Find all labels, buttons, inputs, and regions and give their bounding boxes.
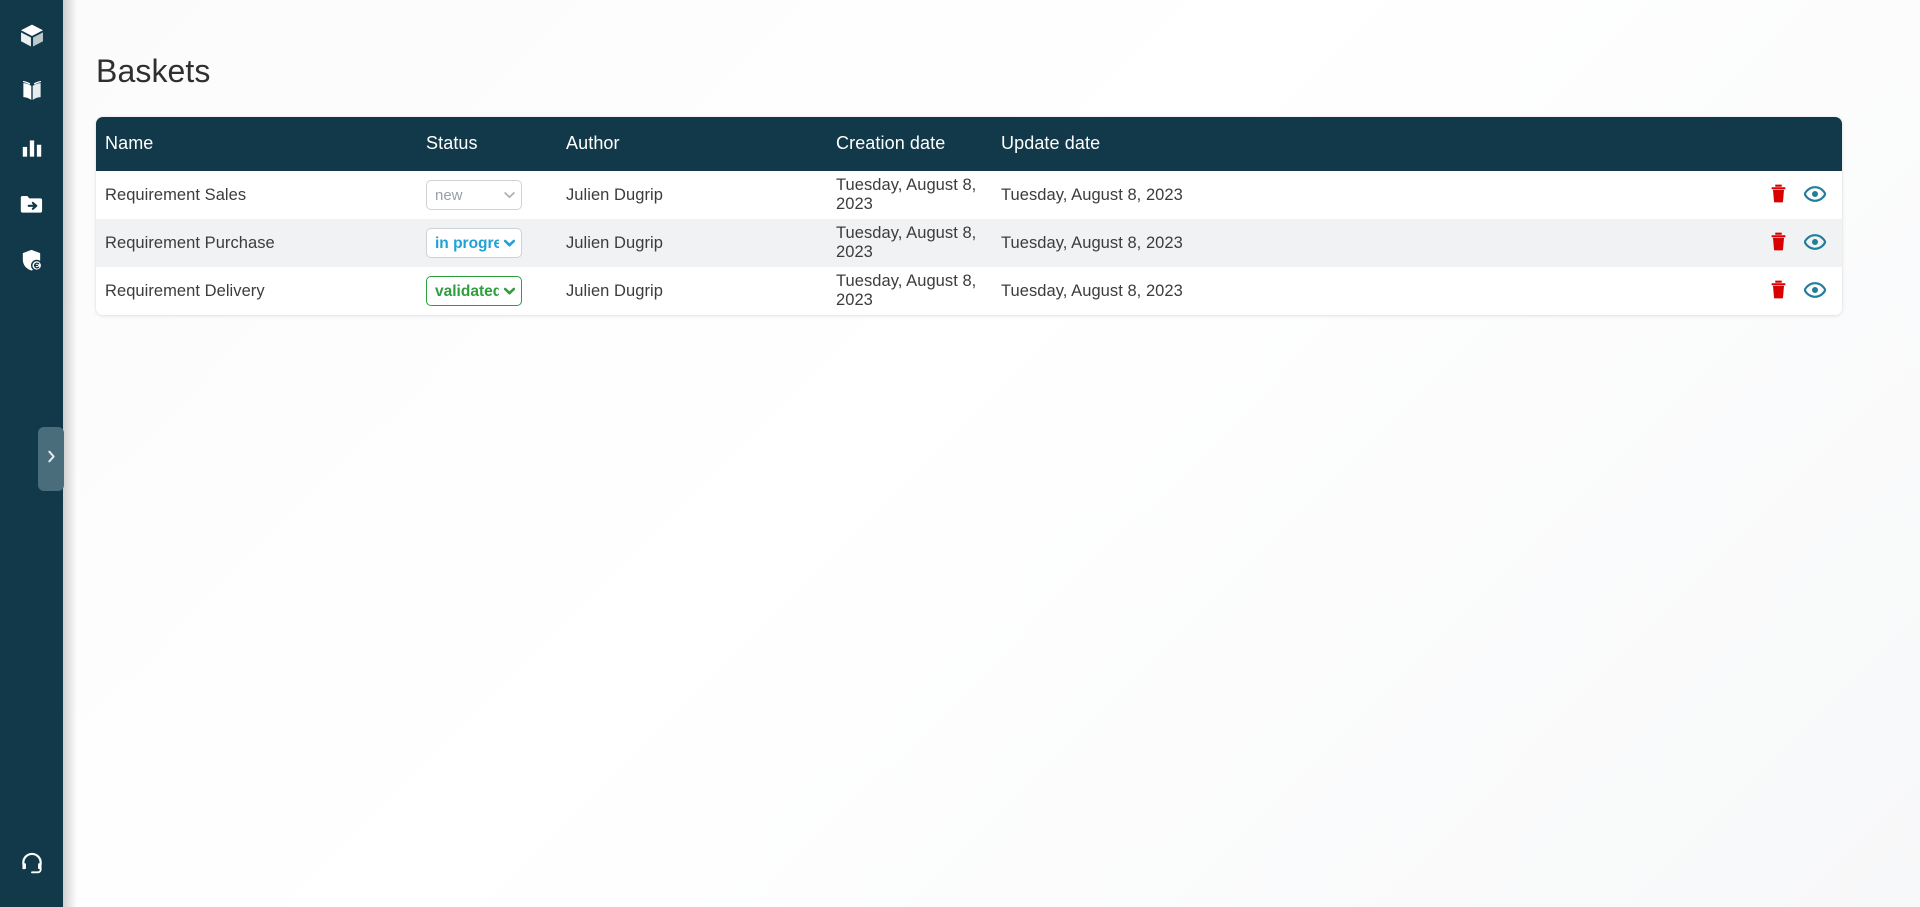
eye-icon [1803,281,1827,301]
cell-author: Julien Dugrip [566,281,663,300]
column-header-author: Author [566,133,620,153]
sidebar-item-catalog[interactable] [0,64,63,120]
cube-icon [18,22,46,50]
cell-name: Requirement Purchase [105,233,275,252]
cell-name: Requirement Delivery [105,281,265,300]
cell-actions [1301,171,1842,219]
cell-actions [1301,219,1842,267]
table-header-row: Name Status Author Creation date Update … [96,117,1842,171]
delete-button[interactable] [1763,276,1793,306]
eye-icon [1803,185,1827,205]
eye-icon [1803,233,1827,253]
view-button[interactable] [1800,228,1830,258]
headset-support-icon [19,850,45,881]
sidebar-item-products[interactable] [0,8,63,64]
trash-icon [1770,280,1787,302]
bar-chart-icon [19,135,45,161]
table-row: Requirement Sales new Julien Dugrip Tues… [96,171,1842,219]
view-button[interactable] [1800,180,1830,210]
app-shell: Baskets Name Status Author Creation date… [0,0,1920,907]
folder-arrow-icon [18,191,45,218]
cell-update-date: Tuesday, August 8, 2023 [1001,233,1183,252]
table-row: Requirement Delivery validated Julien Du… [96,267,1842,315]
column-header-name: Name [105,133,154,153]
cell-creation-date: Tuesday, August 8, 2023 [836,272,977,309]
shield-euro-icon [18,247,45,274]
cell-author: Julien Dugrip [566,185,663,204]
table-row: Requirement Purchase in progress Julien … [96,219,1842,267]
status-select[interactable]: in progress [426,228,522,258]
status-select[interactable]: validated [426,276,522,306]
cell-actions [1301,267,1842,315]
cell-name: Requirement Sales [105,185,247,204]
cell-creation-date: Tuesday, August 8, 2023 [836,176,977,213]
trash-icon [1770,232,1787,254]
column-header-creation-date: Creation date [836,133,946,153]
status-select-wrapper: validated [426,276,522,306]
status-select-wrapper: new [426,180,522,210]
cell-status: validated [426,267,566,315]
column-header-status: Status [426,133,478,153]
sidebar-item-compliance[interactable] [0,232,63,288]
cell-creation-date: Tuesday, August 8, 2023 [836,224,977,261]
delete-button[interactable] [1763,180,1793,210]
view-button[interactable] [1800,276,1830,306]
sidebar-item-reports[interactable] [0,120,63,176]
page-title: Baskets [96,53,211,89]
cell-update-date: Tuesday, August 8, 2023 [1001,281,1183,300]
sidebar-toggle[interactable] [38,427,64,491]
cell-status: new [426,171,566,219]
main-content: Baskets Name Status Author Creation date… [63,0,1920,907]
status-select-wrapper: in progress [426,228,522,258]
delete-button[interactable] [1763,228,1793,258]
table-header: Name Status Author Creation date Update … [96,117,1842,171]
baskets-table-container: Name Status Author Creation date Update … [96,117,1842,315]
column-header-update-date: Update date [1001,133,1101,153]
cell-author: Julien Dugrip [566,233,663,252]
sidebar-item-support[interactable] [0,837,63,907]
trash-icon [1770,184,1787,206]
table-body: Requirement Sales new Julien Dugrip Tues… [96,171,1842,315]
cell-update-date: Tuesday, August 8, 2023 [1001,185,1183,204]
open-book-icon [18,78,46,106]
column-header-actions [1301,117,1842,171]
sidebar-item-baskets[interactable] [0,176,63,232]
cell-status: in progress [426,219,566,267]
baskets-table: Name Status Author Creation date Update … [96,117,1842,315]
chevron-right-icon [45,449,58,469]
status-select[interactable]: new [426,180,522,210]
